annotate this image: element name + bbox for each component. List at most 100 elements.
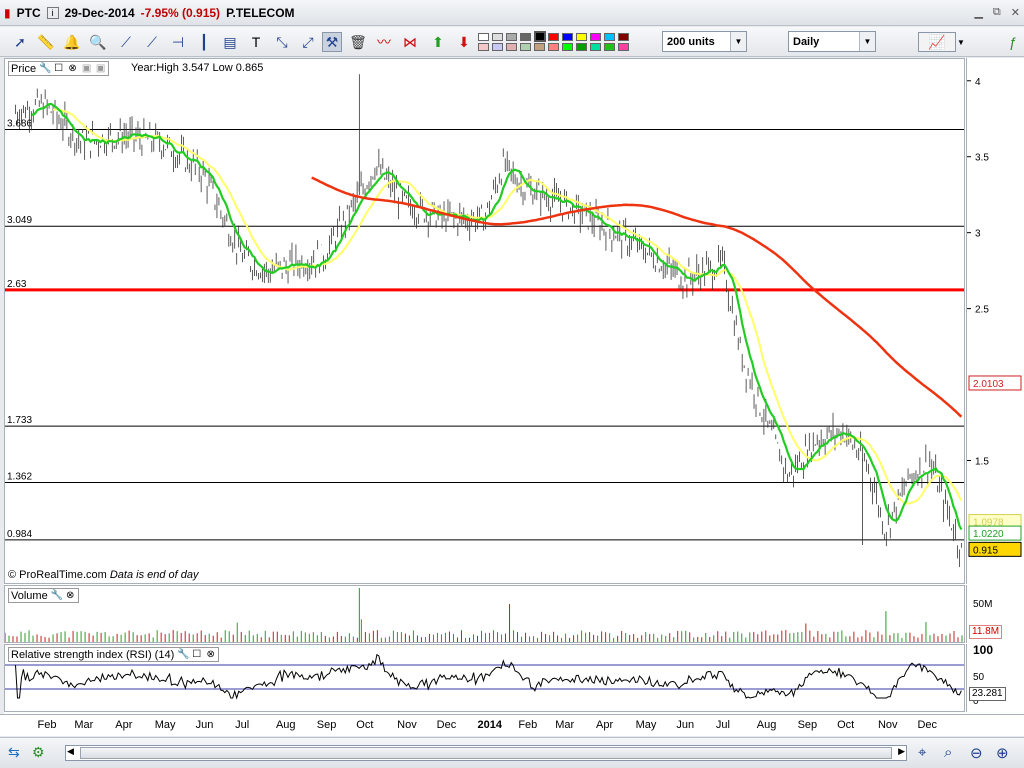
- time-axis-label: Sep: [797, 719, 818, 731]
- ma200-tag: 2.0103: [973, 379, 1004, 390]
- period-select[interactable]: Daily ▼: [788, 31, 876, 52]
- volume-chart[interactable]: [5, 586, 964, 642]
- maximize-icon[interactable]: ☐: [191, 649, 202, 660]
- rsi-scale-50: 50: [973, 672, 985, 683]
- time-axis-label: Dec: [436, 719, 457, 731]
- price-chart[interactable]: 3.6863.0492.631.7331.3620.984: [5, 59, 964, 583]
- moving-average-green: [31, 102, 963, 531]
- time-axis-label: Aug: [756, 719, 777, 731]
- rsi-panel: Relative strength index (RSI) (14) 🔧 ☐ ⊗: [4, 644, 965, 712]
- time-axis-label: May: [154, 719, 176, 731]
- time-axis-label: Aug: [275, 719, 296, 731]
- rsi-panel-header: Relative strength index (RSI) (14) 🔧 ☐ ⊗: [8, 647, 220, 662]
- time-axis-label: Jul: [235, 719, 250, 731]
- price-panel-header: Price 🔧 ☐ ⊗ ▣ ▣: [8, 61, 110, 76]
- chevron-down-icon: ▼: [730, 32, 746, 51]
- level-label: 0.984: [7, 529, 32, 540]
- wrench-icon[interactable]: 🔧: [39, 63, 51, 74]
- time-axis-label: Jun: [676, 719, 695, 731]
- fibonacci-icon[interactable]: ⤡: [272, 32, 292, 52]
- info-icon[interactable]: i: [46, 6, 59, 19]
- name-title: P.TELECOM: [226, 5, 295, 20]
- tools-icon[interactable]: ⚒: [322, 32, 342, 52]
- price-scale-label: 4: [975, 77, 981, 88]
- time-axis: Feb Mar Apr May Jun Jul Aug Sep Oct Nov Dec 2014 Feb…: [0, 714, 1024, 736]
- arrow-up-icon[interactable]: ⬆: [428, 32, 448, 52]
- ruler-icon[interactable]: 📏: [36, 32, 56, 52]
- price-scale-label: 2.5: [975, 305, 989, 316]
- link-icon[interactable]: ⇆: [8, 744, 20, 761]
- time-axis-label: Jul: [715, 719, 730, 731]
- drawing-toolbar: ➚ 📏 🔔 🔍 ⟋ ⟋ ⊣ ┃ ▤ T ⤡ ⤢ ⚒ 🗑 〰 ⋈ ⬆ ⬇ 200: [0, 27, 1024, 57]
- minimize-icon[interactable]: ▁: [974, 6, 982, 19]
- move-down-icon[interactable]: ▣: [95, 63, 106, 74]
- time-axis-label: Jun: [195, 719, 214, 731]
- volume-scale: 50M 11.8M: [966, 585, 1024, 643]
- chevron-down-icon[interactable]: ▼: [956, 32, 966, 52]
- trash-icon[interactable]: 🗑: [348, 32, 368, 52]
- units-select[interactable]: 200 units ▼: [662, 31, 747, 52]
- move-up-icon[interactable]: ▣: [81, 63, 92, 74]
- alarm-icon[interactable]: 🔔: [62, 32, 82, 52]
- wave-icon[interactable]: 〰: [374, 32, 394, 52]
- time-axis-label: Feb: [37, 719, 57, 731]
- close-icon[interactable]: ⊗: [205, 649, 216, 660]
- time-axis-label: May: [635, 719, 657, 731]
- level-label: 1.733: [7, 415, 32, 426]
- level-label: 2.63: [7, 279, 27, 290]
- pitchfork-icon[interactable]: ⤢: [298, 32, 318, 52]
- rsi-tag: 23.281: [969, 687, 1006, 701]
- maximize-icon[interactable]: ☐: [53, 63, 64, 74]
- close-icon[interactable]: ✕: [1011, 6, 1020, 19]
- rsi-panel-label: Relative strength index (RSI) (14): [11, 648, 175, 661]
- price-scale: 4 3.5 3 2.5 1.5 2.0103 1.0978 1.0220 0.915: [966, 58, 1024, 584]
- time-axis-label: Dec: [917, 719, 938, 731]
- scroll-right-icon[interactable]: ▶: [898, 746, 905, 757]
- line-icon[interactable]: ⟋: [116, 32, 136, 52]
- zoom-out-icon[interactable]: ⊖: [970, 744, 983, 762]
- chart-type-icon[interactable]: 📈: [918, 32, 956, 52]
- zoom-auto-icon[interactable]: ⌖: [918, 744, 926, 761]
- ma-green-tag: 1.0220: [973, 529, 1004, 540]
- zoom-fit-icon[interactable]: ⌕: [944, 744, 952, 761]
- scroll-thumb[interactable]: [80, 747, 892, 759]
- time-axis-label: Oct: [356, 719, 374, 731]
- close-icon[interactable]: ⊗: [65, 590, 76, 601]
- ray-icon[interactable]: ⟋: [142, 32, 162, 52]
- cursor-icon[interactable]: ➚: [10, 32, 30, 52]
- scroll-left-icon[interactable]: ◀: [67, 746, 74, 757]
- price-scale-label: 1.5: [975, 456, 989, 467]
- time-axis-label: Nov: [397, 719, 417, 731]
- close-icon[interactable]: ⊗: [67, 63, 78, 74]
- price-panel: Price 🔧 ☐ ⊗ ▣ ▣ Year:High 3.547 Low 0.86…: [4, 58, 965, 584]
- candlestick-icon: ▮: [4, 5, 11, 20]
- horizontal-line-icon[interactable]: ⊣: [168, 32, 188, 52]
- volume-panel-label: Volume: [11, 589, 48, 602]
- volume-scale-top: 50M: [973, 599, 993, 610]
- wrench-icon[interactable]: 🔧: [177, 649, 189, 660]
- channel-icon[interactable]: ▤: [220, 32, 240, 52]
- arrow-down-icon[interactable]: ⬇: [454, 32, 474, 52]
- pattern-icon[interactable]: ⋈: [400, 32, 420, 52]
- rsi-scale-100: 100: [973, 643, 994, 657]
- symbol-title: PTC: [16, 5, 41, 20]
- rsi-scale: 100 50 0 23.281: [966, 643, 1024, 712]
- vertical-line-icon[interactable]: ┃: [194, 32, 214, 52]
- price-scale-ticks: 43.532.51.52.01031.09781.02200.915: [967, 77, 1022, 557]
- level-label: 3.049: [7, 215, 32, 226]
- time-axis-label: Nov: [877, 719, 898, 731]
- time-axis-label: Apr: [596, 719, 614, 731]
- zoom-icon[interactable]: 🔍: [88, 32, 108, 52]
- settings-icon[interactable]: ⚙: [32, 744, 45, 761]
- price-scale-label: 3.5: [975, 153, 989, 164]
- zoom-in-icon[interactable]: ⊕: [996, 744, 1009, 762]
- chart-area: Price 🔧 ☐ ⊗ ▣ ▣ Year:High 3.547 Low 0.86…: [4, 58, 1024, 714]
- time-scrollbar[interactable]: ◀ ▶: [65, 745, 907, 761]
- level-label: 1.362: [7, 471, 32, 482]
- text-icon[interactable]: T: [246, 32, 266, 52]
- restore-icon[interactable]: ⧉: [993, 6, 1001, 19]
- wrench-icon[interactable]: 🔧: [51, 590, 63, 601]
- window-titlebar: ▮ PTC i 29-Dec-2014 -7.95% (0.915) P.TEL…: [0, 0, 1024, 26]
- indicator-icon[interactable]: ƒ: [1003, 32, 1023, 52]
- time-axis-label: Apr: [115, 719, 133, 731]
